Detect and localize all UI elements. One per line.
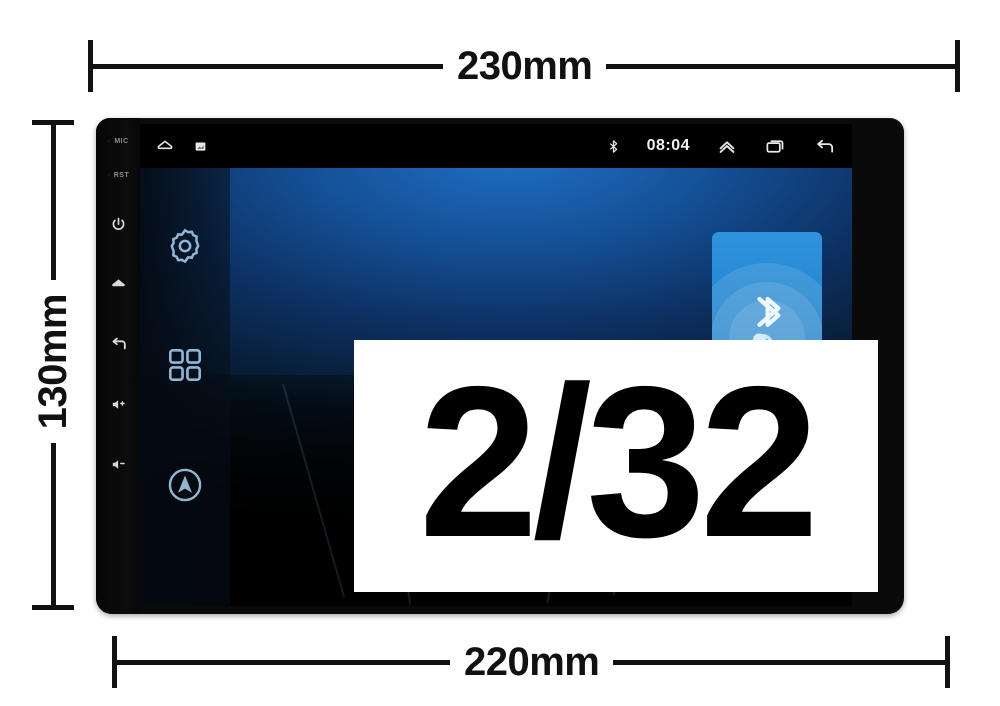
power-button[interactable] (96, 202, 140, 246)
back-hard-button[interactable] (96, 322, 140, 366)
dimension-cap-right-2 (945, 636, 950, 688)
dimension-width-top: 230mm (88, 40, 960, 92)
storage-spec-text: 2/32 (418, 341, 819, 583)
volume-down-icon (112, 459, 125, 469)
reset-pinhole-icon (106, 173, 111, 177)
home-icon (111, 278, 125, 286)
mic-hole: MIC (96, 124, 140, 158)
volume-down-button[interactable] (96, 442, 140, 486)
storage-spec-overlay: 2/32 (354, 340, 878, 592)
screenshot-icon[interactable] (194, 140, 207, 153)
dimension-rule-left (93, 63, 443, 69)
home-hard-button[interactable] (96, 262, 140, 306)
bluetooth-icon (609, 139, 617, 153)
reset-hole[interactable]: RST (96, 158, 140, 192)
power-icon (112, 217, 124, 230)
dimension-cap-bottom (32, 605, 74, 610)
dimension-width-bottom: 220mm (112, 636, 950, 688)
recents-icon[interactable] (764, 135, 787, 158)
apps-grid-icon[interactable] (164, 344, 206, 386)
dimension-height-left: 130mm (24, 120, 82, 610)
chevron-double-up-icon[interactable] (716, 135, 738, 157)
back-arrow-icon (111, 337, 126, 349)
dimension-rule-top (50, 125, 56, 280)
back-icon[interactable] (813, 135, 836, 158)
dimension-depth-label: 220mm (464, 640, 600, 684)
volume-up-button[interactable] (96, 382, 140, 426)
dimension-rule-bottom (50, 443, 56, 605)
hardware-button-bezel: MIC RST (96, 118, 140, 614)
car-head-unit: MIC RST 08:04 2/32 (96, 118, 904, 614)
home-icon[interactable] (154, 135, 176, 157)
app-rail (140, 168, 230, 606)
status-clock: 08:04 (646, 137, 690, 154)
dimension-rule-right (606, 63, 955, 69)
mic-pinhole-icon (107, 139, 112, 143)
reset-label: RST (113, 171, 130, 179)
navigation-compass-icon[interactable] (164, 464, 206, 506)
gear-icon[interactable] (165, 226, 205, 266)
dimension-height-label: 130mm (31, 294, 75, 430)
dimension-cap-right (955, 40, 960, 92)
dimension-width-label: 230mm (457, 44, 593, 88)
status-bar: 08:04 (140, 124, 852, 168)
volume-up-icon (112, 399, 125, 409)
dimension-rule-left-2 (117, 659, 450, 665)
dimension-rule-right-2 (613, 659, 945, 665)
mic-label: MIC (114, 137, 129, 145)
